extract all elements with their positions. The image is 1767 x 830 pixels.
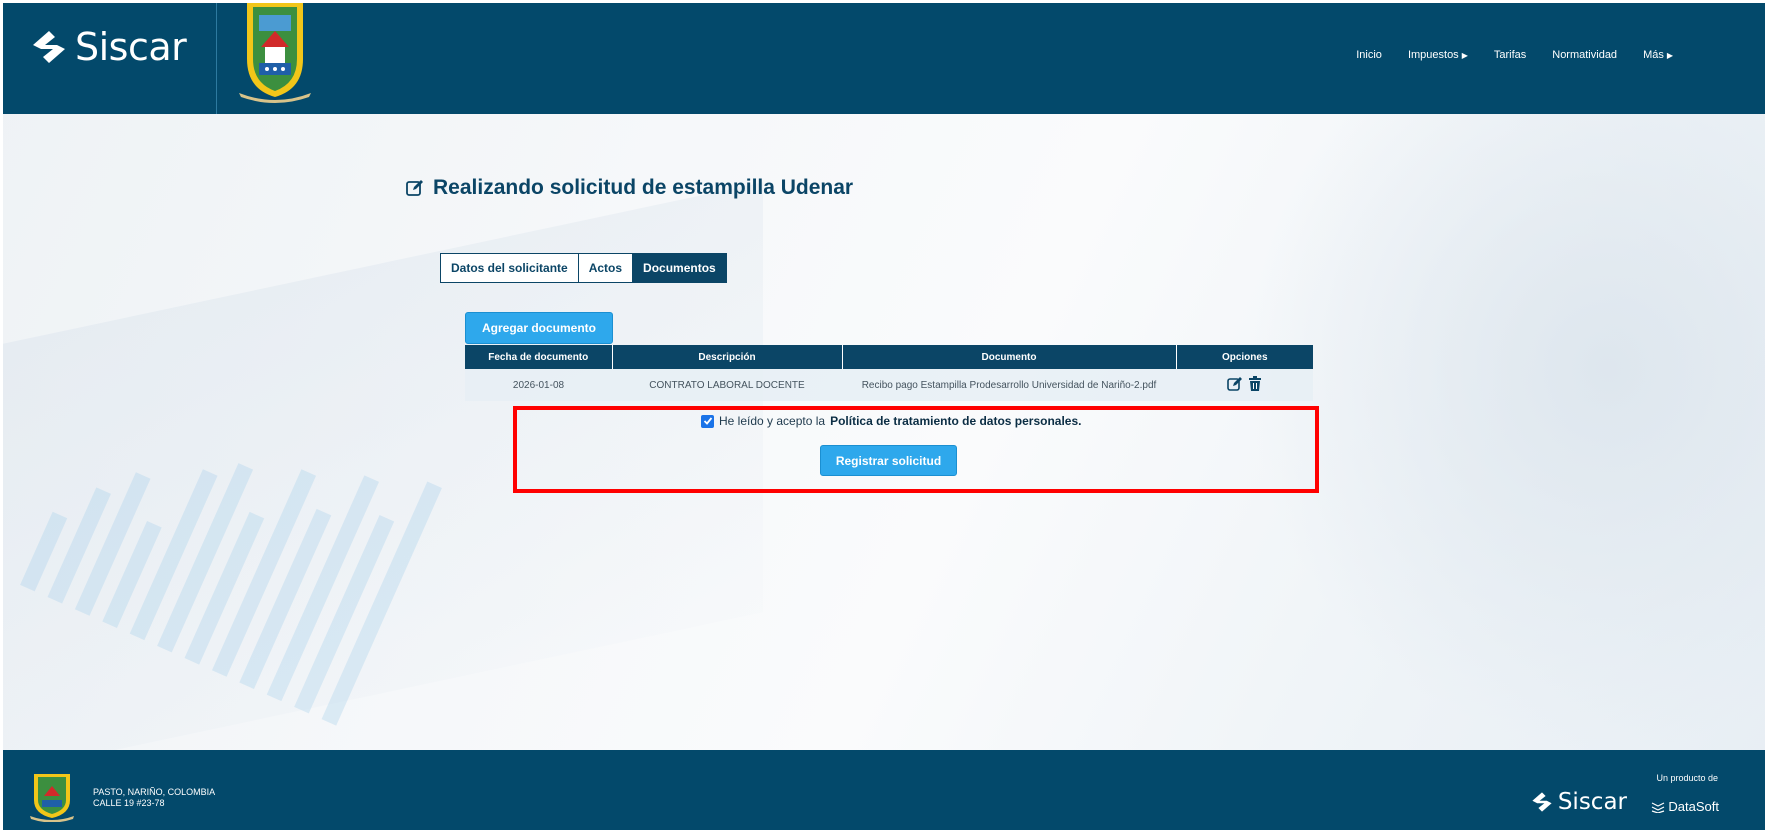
consent-checkbox[interactable] xyxy=(701,414,714,428)
cell-documento: Recibo pago Estampilla Prodesarrollo Uni… xyxy=(842,369,1176,401)
header-divider xyxy=(216,3,217,114)
caret-right-icon: ▶ xyxy=(1461,51,1468,60)
tab-documentos[interactable]: Documentos xyxy=(632,253,727,283)
footer-address-line1: PASTO, NARIÑO, COLOMBIA xyxy=(93,787,216,797)
tab-datos-solicitante[interactable]: Datos del solicitante xyxy=(440,253,579,283)
edit-square-icon xyxy=(406,180,423,196)
siscar-logo-icon xyxy=(33,31,65,63)
footer-siscar-text: Siscar xyxy=(1557,789,1627,815)
cell-opciones xyxy=(1176,369,1313,401)
column-header-opciones: Opciones xyxy=(1176,345,1313,369)
siscar-logo[interactable]: Siscar xyxy=(29,25,187,69)
caret-right-icon: ▶ xyxy=(1666,51,1673,60)
nav-tarifas[interactable]: Tarifas xyxy=(1494,49,1526,61)
narino-crest-icon xyxy=(239,3,311,103)
privacy-policy-link[interactable]: Política de tratamiento de datos persona… xyxy=(830,414,1081,428)
page-title-text: Realizando solicitud de estampilla Udena… xyxy=(433,176,854,199)
consent-row: He leído y acepto la Política de tratami… xyxy=(701,414,1081,428)
column-header-fecha: Fecha de documento xyxy=(465,345,613,369)
page-frame: Siscar Inicio Impuestos ▶ Tarifas Normati… xyxy=(3,3,1765,830)
footer-address-line2: CALLE 19 #23-78 xyxy=(93,798,165,808)
documents-table: Fecha de documento Descripción Documento… xyxy=(465,345,1313,401)
consent-text: He leído y acepto la xyxy=(719,414,826,428)
datasoft-logo-text: DataSoft xyxy=(1668,799,1719,814)
datasoft-logo[interactable]: DataSoft xyxy=(1651,799,1719,814)
datasoft-logo-icon xyxy=(1652,801,1665,813)
main-nav: Inicio Impuestos ▶ Tarifas Normatividad M… xyxy=(1356,49,1673,61)
edit-icon[interactable] xyxy=(1226,376,1243,392)
siscar-logo-text: Siscar xyxy=(75,25,187,69)
check-icon xyxy=(703,417,712,425)
add-document-button[interactable]: Agregar documento xyxy=(465,312,613,344)
cell-descripcion: CONTRATO LABORAL DOCENTE xyxy=(612,369,842,401)
column-header-documento: Documento xyxy=(842,345,1177,369)
footer: PASTO, NARIÑO, COLOMBIA CALLE 19 #23-78 … xyxy=(3,750,1765,830)
trash-icon[interactable] xyxy=(1247,375,1263,392)
cell-fecha: 2026-01-08 xyxy=(465,369,612,401)
nav-mas[interactable]: Más ▶ xyxy=(1643,49,1673,61)
register-request-button[interactable]: Registrar solicitud xyxy=(820,445,957,476)
siscar-logo-icon xyxy=(1532,792,1552,812)
table-row: 2026-01-08 CONTRATO LABORAL DOCENTE Reci… xyxy=(465,369,1313,401)
nav-normatividad[interactable]: Normatividad xyxy=(1552,49,1617,61)
footer-product-of: Un producto de xyxy=(1656,773,1718,783)
table-header-row: Fecha de documento Descripción Documento… xyxy=(465,345,1313,369)
nav-inicio[interactable]: Inicio xyxy=(1356,49,1382,61)
tab-actos[interactable]: Actos xyxy=(577,253,634,283)
tab-bar: Datos del solicitante Actos Documentos xyxy=(440,253,727,283)
background-glow xyxy=(1245,113,1765,753)
footer-address: PASTO, NARIÑO, COLOMBIA CALLE 19 #23-78 xyxy=(93,787,215,809)
top-header: Siscar Inicio Impuestos ▶ Tarifas Normati… xyxy=(3,3,1765,114)
column-header-descripcion: Descripción xyxy=(612,345,843,369)
nav-impuestos[interactable]: Impuestos ▶ xyxy=(1408,49,1468,61)
narino-crest-icon xyxy=(30,774,74,822)
page-title: Realizando solicitud de estampilla Udena… xyxy=(405,176,853,200)
row-options xyxy=(1226,375,1263,392)
footer-siscar-logo[interactable]: Siscar xyxy=(1530,789,1627,815)
